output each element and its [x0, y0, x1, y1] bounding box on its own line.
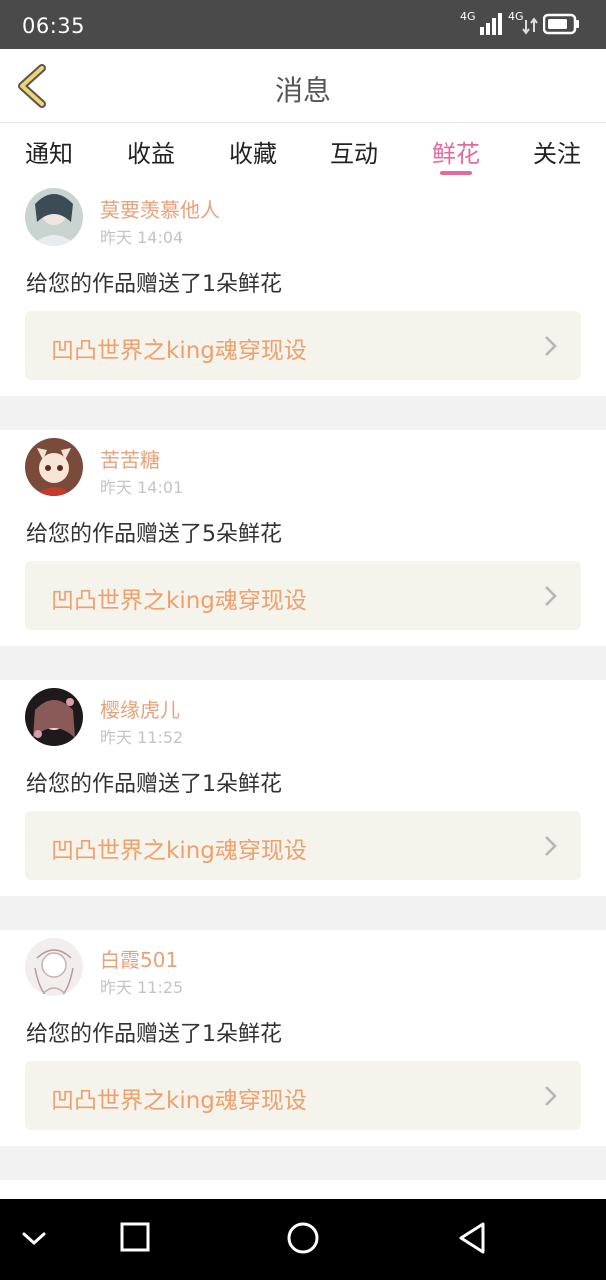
timestamp: 昨天 14:01 [100, 478, 184, 497]
chevron-right-icon [545, 336, 557, 356]
avatar[interactable] [25, 938, 83, 996]
tab-label: 关注 [533, 140, 581, 168]
triangle-back-icon[interactable] [456, 1221, 488, 1255]
battery-icon [543, 13, 579, 35]
message-text: 给您的作品赠送了5朵鲜花 [26, 522, 282, 547]
message-list: 莫要羡慕他人 昨天 14:04 给您的作品赠送了1朵鲜花 凹凸世界之king魂穿… [0, 180, 606, 1220]
tab-label: 收益 [127, 140, 175, 168]
tab-label: 鲜花 [432, 140, 480, 168]
work-title: 凹凸世界之king魂穿现设 [51, 338, 307, 364]
tab-bar: 通知 收益 收藏 互动 鲜花 关注 [0, 124, 606, 180]
tab-label: 互动 [330, 140, 378, 168]
work-link[interactable]: 凹凸世界之king魂穿现设 [25, 1061, 581, 1130]
avatar[interactable] [25, 688, 83, 746]
data-transfer-icon [522, 17, 538, 35]
message-text: 给您的作品赠送了1朵鲜花 [26, 772, 282, 797]
list-item: 苦苦糖 昨天 14:01 给您的作品赠送了5朵鲜花 凹凸世界之king魂穿现设 [0, 430, 606, 646]
list-item: 樱缘虎儿 昨天 11:52 给您的作品赠送了1朵鲜花 凹凸世界之king魂穿现设 [0, 680, 606, 896]
header-bar: 消息 [0, 49, 606, 123]
message-text: 给您的作品赠送了1朵鲜花 [26, 1022, 282, 1047]
active-tab-indicator [440, 171, 472, 175]
tab-interactions[interactable]: 互动 [324, 134, 384, 169]
chevron-right-icon [545, 836, 557, 856]
tab-favorites[interactable]: 收藏 [223, 134, 283, 169]
page-title: 消息 [274, 74, 331, 107]
avatar[interactable] [25, 438, 83, 496]
work-link[interactable]: 凹凸世界之king魂穿现设 [25, 311, 581, 380]
divider [0, 396, 606, 430]
work-title: 凹凸世界之king魂穿现设 [51, 838, 307, 864]
username[interactable]: 樱缘虎儿 [100, 694, 180, 723]
tab-label: 收藏 [229, 140, 277, 168]
status-bar: 06:35 4G 4G [0, 0, 606, 49]
signal-icon [480, 13, 502, 35]
tab-following[interactable]: 关注 [527, 134, 587, 169]
timestamp: 昨天 14:04 [100, 228, 184, 247]
status-time: 06:35 [22, 14, 86, 38]
system-nav-bar [0, 1199, 606, 1280]
work-title: 凹凸世界之king魂穿现设 [51, 588, 307, 614]
username[interactable]: 苦苦糖 [100, 444, 160, 473]
chevron-right-icon [545, 1086, 557, 1106]
work-link[interactable]: 凹凸世界之king魂穿现设 [25, 811, 581, 880]
timestamp: 昨天 11:25 [100, 978, 184, 997]
divider [0, 646, 606, 680]
username[interactable]: 莫要羡慕他人 [100, 194, 220, 223]
square-icon[interactable] [119, 1221, 151, 1253]
timestamp: 昨天 11:52 [100, 728, 184, 747]
username[interactable]: 白霞501 [100, 944, 178, 973]
message-text: 给您的作品赠送了1朵鲜花 [26, 272, 282, 297]
work-title: 凹凸世界之king魂穿现设 [51, 1088, 307, 1114]
avatar[interactable] [25, 188, 83, 246]
tab-flowers[interactable]: 鲜花 [426, 134, 486, 175]
tab-earnings[interactable]: 收益 [121, 134, 181, 169]
tab-notifications[interactable]: 通知 [19, 134, 79, 169]
tab-label: 通知 [25, 140, 73, 168]
work-link[interactable]: 凹凸世界之king魂穿现设 [25, 561, 581, 630]
network-type-label: 4G [460, 10, 476, 23]
chevron-down-icon[interactable] [20, 1229, 48, 1249]
circle-icon[interactable] [286, 1221, 320, 1255]
chevron-right-icon [545, 586, 557, 606]
divider [0, 1146, 606, 1180]
list-item: 白霞501 昨天 11:25 给您的作品赠送了1朵鲜花 凹凸世界之king魂穿现… [0, 930, 606, 1146]
divider [0, 896, 606, 930]
list-item: 莫要羡慕他人 昨天 14:04 给您的作品赠送了1朵鲜花 凹凸世界之king魂穿… [0, 180, 606, 396]
